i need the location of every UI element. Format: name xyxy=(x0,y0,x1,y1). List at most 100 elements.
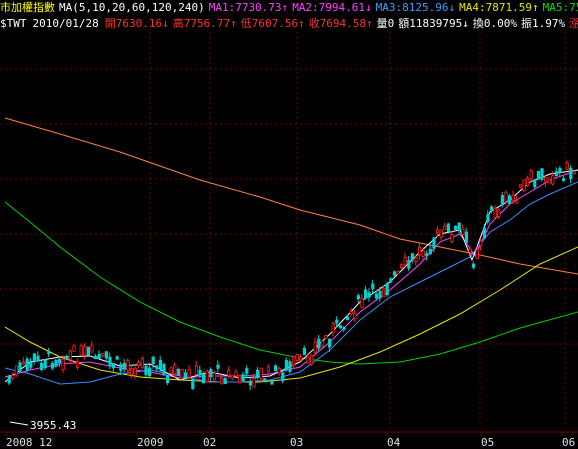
candle-body xyxy=(399,264,404,269)
candle-body xyxy=(482,227,487,239)
candle-body xyxy=(345,316,350,321)
candle-body xyxy=(209,369,213,377)
candle-body xyxy=(453,225,458,230)
symbol: $TWT xyxy=(0,17,27,30)
candle-body xyxy=(428,248,433,255)
candle-body xyxy=(76,360,80,368)
candle-body xyxy=(381,287,386,298)
candle-body xyxy=(291,356,296,367)
quote-header: $TWT 2010/01/28 開7630.16↓ 高7756.77↑ 低7607.56… xyxy=(0,16,578,32)
grid xyxy=(0,32,578,432)
close-price: 收7694.58↑ xyxy=(308,17,373,30)
candle-body xyxy=(155,365,159,369)
candle-body xyxy=(511,194,515,202)
open-price: 開7630.16↓ xyxy=(104,17,169,30)
candle-body xyxy=(515,200,519,204)
candle-body xyxy=(432,237,436,249)
ma20-line xyxy=(4,181,578,385)
candle-body xyxy=(191,379,195,390)
candle-body xyxy=(435,229,440,234)
candle-body xyxy=(374,293,379,299)
x-tick-label: 04 xyxy=(387,436,401,449)
candle-body xyxy=(342,326,346,330)
candle-body xyxy=(183,372,188,379)
x-tick-label: 06 xyxy=(562,436,575,449)
candle-body xyxy=(410,253,415,261)
candle-body xyxy=(187,369,191,378)
candle-body xyxy=(302,347,307,356)
candle-body xyxy=(7,375,11,384)
low-price: 低7607.56↑ xyxy=(240,17,305,30)
candle-body xyxy=(371,283,375,290)
candle-body xyxy=(475,249,479,259)
candle-body xyxy=(50,362,55,369)
ma-config: MA(5,10,20,60,120,240) xyxy=(59,1,205,14)
low-marker: 3955.43 xyxy=(9,419,76,432)
candle-body xyxy=(353,313,357,319)
candle-body xyxy=(309,354,314,365)
candle-body xyxy=(464,231,469,244)
candle-body xyxy=(263,378,267,382)
candle-body xyxy=(201,374,206,384)
candle-body xyxy=(417,246,422,256)
candle-body xyxy=(335,319,339,324)
candle-body xyxy=(504,191,508,202)
candle-body xyxy=(486,214,490,223)
candle-body xyxy=(259,367,263,380)
candle-body xyxy=(36,355,40,362)
candle-body xyxy=(126,360,130,372)
candle-body xyxy=(266,366,271,372)
candle-body xyxy=(299,357,303,361)
candle-body xyxy=(176,368,180,376)
candle-body xyxy=(324,335,328,339)
amplitude: 振1.97% xyxy=(521,17,566,30)
candle-body xyxy=(137,362,141,366)
candle-body xyxy=(43,359,47,369)
x-tick-label: 05 xyxy=(481,436,494,449)
high-price: 高7756.77↑ xyxy=(172,17,237,30)
candle-body xyxy=(439,229,443,238)
candle-body xyxy=(356,295,361,300)
candle-body xyxy=(327,338,332,348)
candle-body xyxy=(565,162,569,170)
candle-body xyxy=(112,363,116,369)
candle-body xyxy=(457,222,461,231)
candlestick-chart[interactable]: 3955.43 2008 12 2009 02 03 04 05 06 xyxy=(0,32,578,449)
candle-body xyxy=(562,178,566,182)
candle-body xyxy=(421,250,425,257)
candle-body xyxy=(547,179,551,184)
candle-body xyxy=(536,171,541,180)
candle-body xyxy=(317,338,321,349)
candle-body xyxy=(558,168,562,173)
candle-body xyxy=(522,179,526,191)
candle-body xyxy=(14,365,18,376)
candle-body xyxy=(234,371,238,377)
candle-body xyxy=(18,362,22,372)
candle-body xyxy=(479,240,483,247)
x-tick-label: 2008 12 xyxy=(6,436,52,449)
candle-body xyxy=(94,355,98,360)
candle-body xyxy=(140,358,144,368)
amount: 額11839795↓ xyxy=(398,17,469,30)
candle-body xyxy=(320,340,325,347)
candle-body xyxy=(97,353,101,359)
candle-body xyxy=(21,361,26,365)
candle-body xyxy=(389,278,393,283)
candle-body xyxy=(471,263,476,268)
x-tick-label: 2009 xyxy=(137,436,164,449)
candle-body xyxy=(378,290,382,299)
candle-body xyxy=(104,351,108,359)
volume: 量0 xyxy=(376,17,395,30)
candle-body xyxy=(425,253,429,257)
candle-body xyxy=(526,177,530,187)
candle-body xyxy=(144,365,148,376)
ma120-line xyxy=(4,201,578,365)
candle-body xyxy=(158,359,162,370)
candle-body xyxy=(79,345,83,356)
candle-body xyxy=(216,364,220,369)
candle-body xyxy=(313,341,317,353)
candle-body xyxy=(122,362,126,370)
ma1-value: MA1:7730.73↑ xyxy=(208,1,289,14)
candle-body xyxy=(306,356,310,364)
candles xyxy=(7,160,577,391)
